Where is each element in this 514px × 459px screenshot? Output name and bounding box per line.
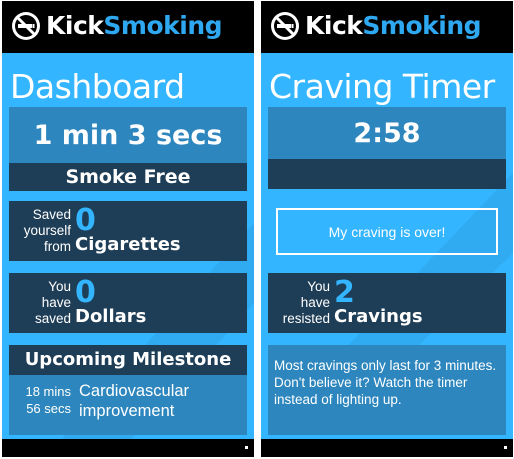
dollars-stat-tile: You have saved 0 Dollars [9, 273, 247, 333]
craving-timer: 2:58 [353, 117, 421, 149]
app-header: KickSmoking [261, 1, 513, 53]
prefix-line: have [41, 295, 71, 310]
prefix-line: Saved [32, 207, 71, 222]
resisted-unit: Cravings [334, 306, 423, 327]
milestone-when-line: 56 secs [26, 401, 71, 416]
milestone-title: Upcoming Milestone [24, 349, 232, 370]
smoke-free-bar: Smoke Free [9, 163, 247, 191]
page-title: Craving Timer [269, 67, 495, 106]
prefix-line: saved [34, 311, 71, 326]
ellipsis-icon[interactable] [504, 446, 507, 449]
ellipsis-icon[interactable] [245, 446, 248, 449]
app-bar [261, 439, 513, 457]
page-title: Dashboard [10, 67, 185, 106]
cigarettes-value: 0 [75, 203, 96, 238]
no-smoking-icon [271, 12, 299, 40]
prefix-line: from [44, 239, 71, 254]
brand-kick: Kick [46, 11, 104, 40]
craving-tip: Most cravings only last for 3 minutes. D… [274, 358, 497, 407]
prefix-line: resisted [282, 311, 330, 326]
resisted-prefix: You have resisted [268, 279, 334, 327]
craving-content: Craving Timer 2:58 My craving is over! Y… [261, 53, 513, 439]
craving-over-button[interactable]: My craving is over! [276, 208, 498, 255]
milestone-when-line: 18 mins [25, 384, 71, 399]
timer-bar [268, 159, 506, 189]
no-smoking-icon [12, 12, 40, 40]
prefix-line: have [300, 295, 330, 310]
cigarettes-stat-tile: Saved yourself from 0 Cigarettes [9, 201, 247, 261]
cravings-resisted-tile: You have resisted 2 Cravings [268, 273, 506, 333]
milestone-what-line: improvement [79, 402, 175, 420]
brand-smoking: Smoking [103, 11, 223, 40]
app-bar [2, 439, 254, 457]
app-header: KickSmoking [2, 1, 254, 53]
cigarettes-prefix: Saved yourself from [9, 207, 75, 255]
dollars-prefix: You have saved [9, 279, 75, 327]
milestone-what-line: Cardiovascular [79, 382, 190, 400]
prefix-line: You [48, 279, 71, 294]
timer-panel: 2:58 [268, 107, 506, 159]
prefix-line: You [307, 279, 330, 294]
milestone-what: Cardiovascular improvement [79, 381, 189, 421]
cigarettes-unit: Cigarettes [75, 234, 181, 255]
dollars-unit: Dollars [75, 306, 147, 327]
milestone-when: 18 mins 56 secs [9, 381, 79, 421]
smoke-free-time: 1 min 3 secs [33, 119, 223, 151]
smoke-free-time-panel: 1 min 3 secs [9, 107, 247, 163]
prefix-line: yourself [23, 223, 71, 238]
brand-kick: Kick [305, 11, 363, 40]
craving-timer-screen: KickSmoking Craving Timer 2:58 My cravin… [261, 1, 513, 457]
app-brand: KickSmoking [305, 11, 482, 40]
resisted-value: 2 [334, 275, 355, 310]
dashboard-screen: KickSmoking Dashboard 1 min 3 secs Smoke… [2, 1, 254, 457]
milestone-header: Upcoming Milestone [9, 345, 247, 375]
tip-panel: Most cravings only last for 3 minutes. D… [268, 345, 506, 435]
milestone-panel: 18 mins 56 secs Cardiovascular improveme… [9, 375, 247, 435]
brand-smoking: Smoking [362, 11, 482, 40]
dashboard-content: Dashboard 1 min 3 secs Smoke Free Saved … [2, 53, 254, 439]
smoke-free-label: Smoke Free [65, 166, 191, 188]
app-brand: KickSmoking [46, 11, 223, 40]
dollars-value: 0 [75, 275, 96, 310]
